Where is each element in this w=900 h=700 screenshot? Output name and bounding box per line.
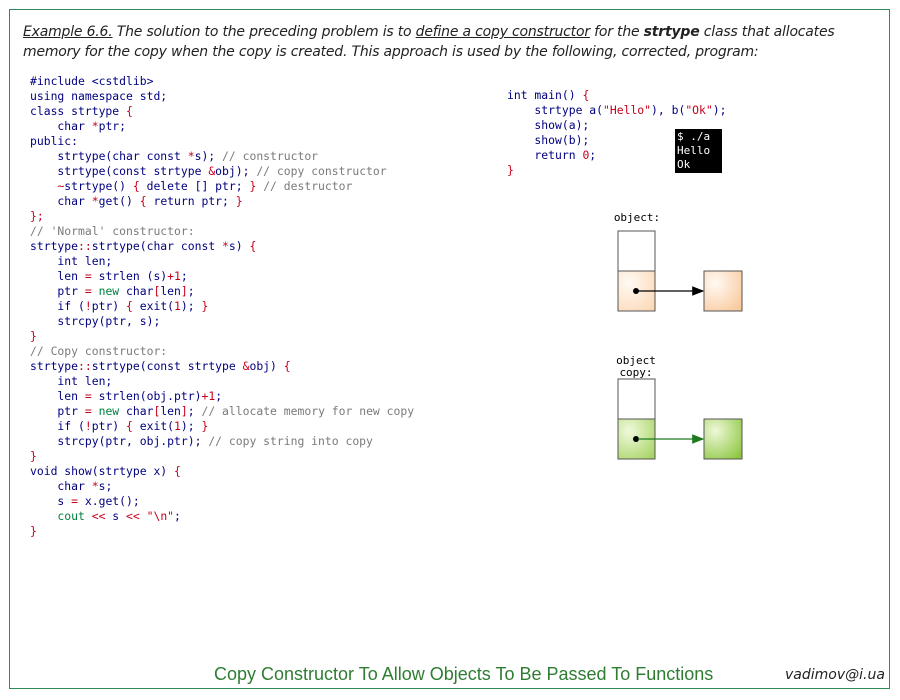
copy-label-line2: copy:	[619, 366, 653, 379]
memory-diagram	[617, 230, 743, 460]
copy-top-cell	[617, 378, 656, 420]
author-email: vadimov@i.ua	[785, 667, 885, 683]
object-heap-block	[703, 270, 743, 312]
object-top-cell	[617, 230, 656, 272]
object-label: object:	[613, 211, 661, 224]
copy-heap-block	[703, 418, 743, 460]
slide-title: Copy Constructor To Allow Objects To Be …	[214, 664, 714, 684]
